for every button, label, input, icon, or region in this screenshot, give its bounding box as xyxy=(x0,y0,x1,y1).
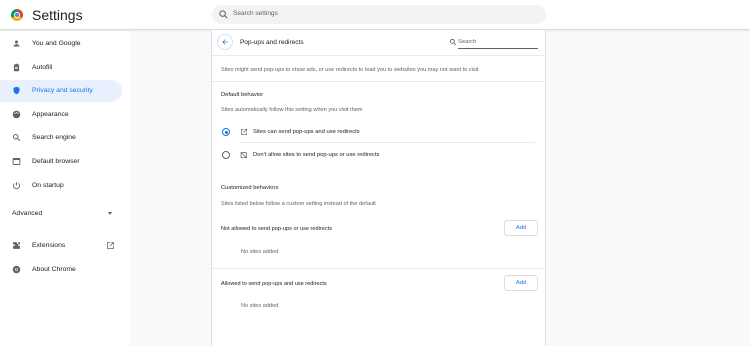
person-icon xyxy=(13,40,20,47)
default-behavior-heading: Default behavior xyxy=(221,92,264,98)
sidebar-item-you-and-google[interactable]: You and Google xyxy=(0,33,122,55)
sidebar-item-label: About Chrome xyxy=(32,266,76,273)
add-not-allowed-button[interactable]: Add xyxy=(504,220,538,236)
sidebar-item-label: Autofill xyxy=(32,64,53,71)
shield-icon xyxy=(13,86,20,95)
divider xyxy=(212,268,545,269)
settings-panel: Pop-ups and redirects Search Sites might… xyxy=(211,30,546,346)
customized-behaviors-heading: Customized behaviors xyxy=(221,185,279,191)
default-behavior-description: Sites automatically follow this setting … xyxy=(221,107,363,113)
sidebar-item-label: You and Google xyxy=(32,40,81,47)
arrow-back-icon xyxy=(222,39,228,45)
back-button[interactable] xyxy=(217,34,233,50)
sidebar-advanced[interactable]: Advanced xyxy=(12,210,42,217)
sidebar-item-label: Default browser xyxy=(32,158,80,165)
page-search-underline xyxy=(458,48,538,49)
divider xyxy=(239,142,535,143)
sidebar-item-label: Search engine xyxy=(32,134,76,141)
chrome-logo-icon xyxy=(11,9,23,21)
option-allow-label[interactable]: Sites can send pop-ups and use redirects xyxy=(253,129,360,135)
palette-icon xyxy=(12,110,21,119)
clipboard-icon xyxy=(13,63,20,72)
open-in-new-icon xyxy=(107,242,114,249)
allowed-empty: No sites added xyxy=(241,303,279,309)
radio-block-popups[interactable] xyxy=(222,151,230,159)
open-in-new-icon xyxy=(241,129,247,135)
add-allowed-button[interactable]: Add xyxy=(504,275,538,291)
option-block-label[interactable]: Don't allow sites to send pop-ups or use… xyxy=(253,152,379,158)
sidebar-item-label: Privacy and security xyxy=(32,87,93,94)
customized-behaviors-description: Sites listed below follow a custom setti… xyxy=(221,201,376,207)
radio-allow-popups[interactable] xyxy=(222,128,230,136)
sidebar-item-privacy-and-security[interactable]: Privacy and security xyxy=(0,80,122,102)
page-description: Sites might send pop-ups to show ads, or… xyxy=(221,67,479,73)
sidebar-item-search-engine[interactable]: Search engine xyxy=(0,127,122,149)
sidebar-item-label: Extensions xyxy=(32,242,66,249)
chrome-icon xyxy=(12,265,21,274)
sidebar-item-autofill[interactable]: Autofill xyxy=(0,57,122,79)
popup-blocked-icon xyxy=(240,151,248,159)
not-allowed-empty: No sites added xyxy=(241,249,279,255)
page-search-input[interactable]: Search xyxy=(458,39,476,45)
sidebar-item-label: On startup xyxy=(32,182,64,189)
search-settings-input[interactable]: Search settings xyxy=(212,5,546,24)
power-icon xyxy=(13,182,20,190)
sidebar-item-default-browser[interactable]: Default browser xyxy=(0,151,122,173)
divider xyxy=(212,55,545,56)
not-allowed-label: Not allowed to send pop-ups or use redir… xyxy=(221,226,333,232)
sidebar-item-label: Appearance xyxy=(32,111,69,118)
sidebar: You and Google Autofill Privacy and secu… xyxy=(0,31,130,346)
search-placeholder: Search settings xyxy=(233,10,278,17)
divider xyxy=(212,81,545,82)
sidebar-item-on-startup[interactable]: On startup xyxy=(0,175,122,197)
search-icon xyxy=(219,10,228,19)
puzzle-icon xyxy=(13,242,20,249)
sidebar-item-extensions[interactable]: Extensions xyxy=(0,235,122,257)
toolbar: Settings Search settings xyxy=(0,0,750,30)
allowed-label: Allowed to send pop-ups and use redirect… xyxy=(221,281,327,287)
search-icon xyxy=(13,134,21,142)
browser-window-icon xyxy=(12,158,21,165)
search-icon xyxy=(449,38,457,46)
chevron-down-icon[interactable] xyxy=(108,212,112,215)
app-title: Settings xyxy=(32,7,83,23)
page-title: Pop-ups and redirects xyxy=(240,39,304,46)
sidebar-item-appearance[interactable]: Appearance xyxy=(0,104,122,126)
add-button-label: Add xyxy=(515,280,527,286)
add-button-label: Add xyxy=(515,225,527,231)
sidebar-item-about-chrome[interactable]: About Chrome xyxy=(0,259,122,281)
